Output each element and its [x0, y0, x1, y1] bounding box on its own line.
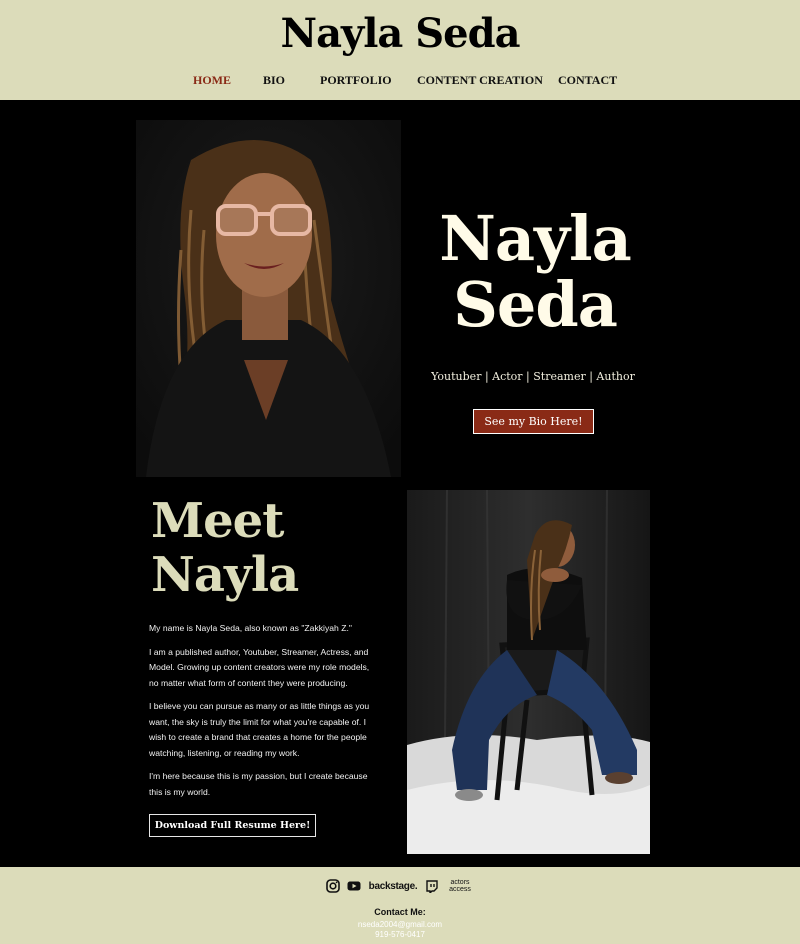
- see-bio-button[interactable]: See my Bio Here!: [473, 409, 594, 434]
- main-content: Nayla Seda Youtuber | Actor | Streamer |…: [0, 100, 800, 867]
- seated-photo: [407, 490, 650, 854]
- about-paragraph: I believe you can pursue as many or as l…: [149, 701, 370, 758]
- about-paragraph: My name is Nayla Seda, also known as "Za…: [149, 623, 352, 633]
- nav-home[interactable]: HOME: [193, 73, 231, 88]
- hero-name-line2: Seda: [453, 268, 618, 341]
- about-paragraph: I am a published author, Youtuber, Strea…: [149, 646, 370, 688]
- contact-label: Contact Me:: [374, 907, 426, 917]
- nav-bio[interactable]: BIO: [263, 73, 285, 88]
- nav-portfolio[interactable]: PORTFOLIO: [320, 73, 392, 88]
- actors-access-line2: access: [449, 886, 471, 893]
- twitch-icon[interactable]: [426, 878, 438, 894]
- contact-email[interactable]: nseda2004@gmail.com: [0, 920, 800, 929]
- nav-contact[interactable]: CONTACT: [558, 73, 617, 88]
- meet-heading-line2: Nayla: [151, 547, 299, 603]
- meet-heading-line1: Meet: [151, 493, 284, 549]
- hero-subtitle: Youtuber | Actor | Streamer | Author: [431, 370, 635, 383]
- about-text: My name is Nayla Seda, also known as "Za…: [149, 621, 381, 808]
- site-footer: backstage. actors access Contact Me: nse…: [0, 867, 800, 944]
- youtube-icon[interactable]: [347, 878, 361, 894]
- instagram-icon[interactable]: [326, 878, 340, 894]
- meet-heading: Meet Nayla: [151, 493, 299, 603]
- hero-name-line1: Nayla: [439, 202, 632, 275]
- actors-access-logo[interactable]: actors access: [446, 878, 474, 894]
- site-title[interactable]: Nayla Seda: [0, 10, 800, 57]
- nav-content-creation[interactable]: CONTENT CREATION: [417, 73, 543, 88]
- site-header: Nayla Seda HOME BIO PORTFOLIO CONTENT CR…: [0, 0, 800, 100]
- backstage-logo[interactable]: backstage.: [367, 878, 419, 894]
- actors-access-line1: actors: [450, 879, 470, 886]
- hero-name: Nayla Seda: [400, 206, 670, 338]
- backstage-label: backstage.: [368, 880, 418, 892]
- contact-phone[interactable]: 919-576-0417: [0, 930, 800, 939]
- about-paragraph: I'm here because this is my passion, but…: [149, 771, 368, 797]
- hero-portrait-photo: [136, 120, 401, 477]
- download-resume-button[interactable]: Download Full Resume Here!: [149, 814, 316, 837]
